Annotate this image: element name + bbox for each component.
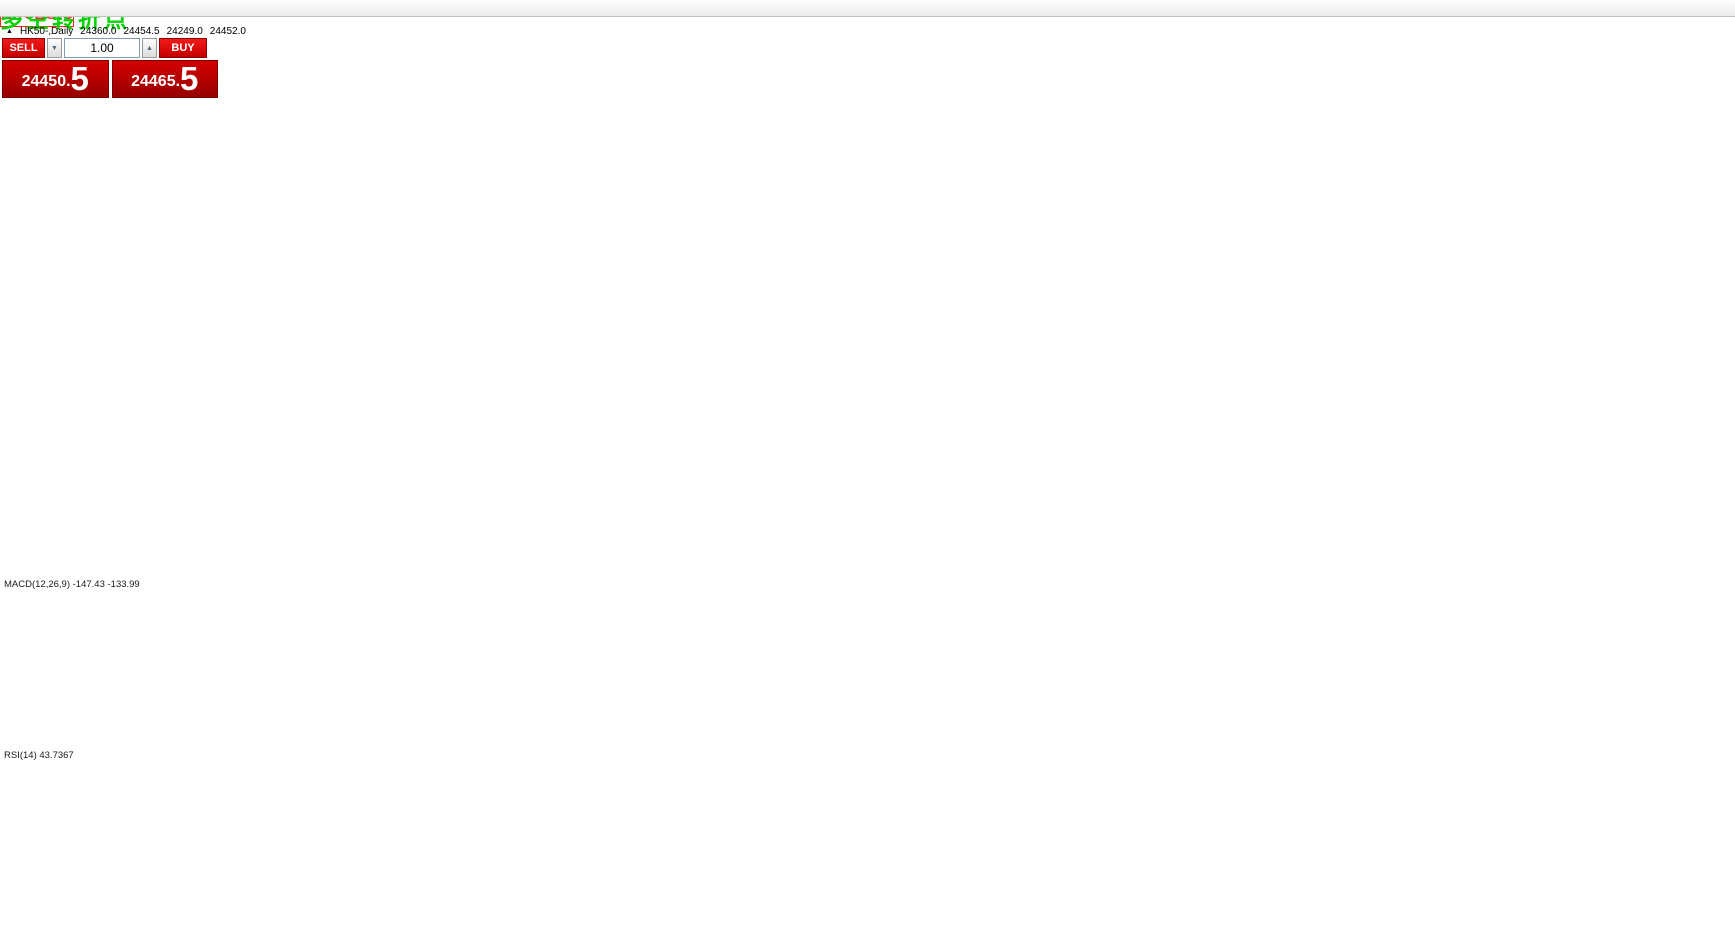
price-chart-canvas[interactable] bbox=[0, 0, 1735, 939]
buy-price-main: 24465 bbox=[131, 69, 176, 95]
ohlc-open: 24360.0 bbox=[80, 26, 116, 37]
sell-price-box[interactable]: 24450 . 5 bbox=[2, 60, 109, 98]
ohlc-close: 24452.0 bbox=[210, 26, 246, 37]
chart-marker-icon: ▲ bbox=[6, 28, 13, 35]
ohlc-low: 24249.0 bbox=[167, 26, 203, 37]
sell-price-pips: 5 bbox=[71, 62, 89, 95]
sell-button[interactable]: SELL bbox=[2, 38, 45, 58]
buy-button[interactable]: BUY bbox=[159, 38, 207, 58]
chart-header: ▲ HK50-,Daily 24360.0 24454.5 24249.0 24… bbox=[6, 26, 246, 37]
sell-price-main: 24450 bbox=[22, 69, 67, 95]
volume-decrease-button[interactable]: ▼ bbox=[47, 38, 62, 58]
volume-increase-button[interactable]: ▲ bbox=[142, 38, 157, 58]
volume-input[interactable] bbox=[64, 38, 140, 58]
main-toolbar bbox=[0, 0, 1735, 17]
chart-symbol-period: HK50-,Daily bbox=[20, 26, 73, 37]
buy-price-pips: 5 bbox=[180, 62, 198, 95]
ohlc-high: 24454.5 bbox=[123, 26, 159, 37]
one-click-trading-panel: SELL ▼ ▲ BUY 24450 . 5 24465 . 5 bbox=[2, 38, 218, 98]
mt4-window: ▲ HK50-,Daily 24360.0 24454.5 24249.0 24… bbox=[0, 0, 1735, 939]
buy-price-box[interactable]: 24465 . 5 bbox=[112, 60, 219, 98]
